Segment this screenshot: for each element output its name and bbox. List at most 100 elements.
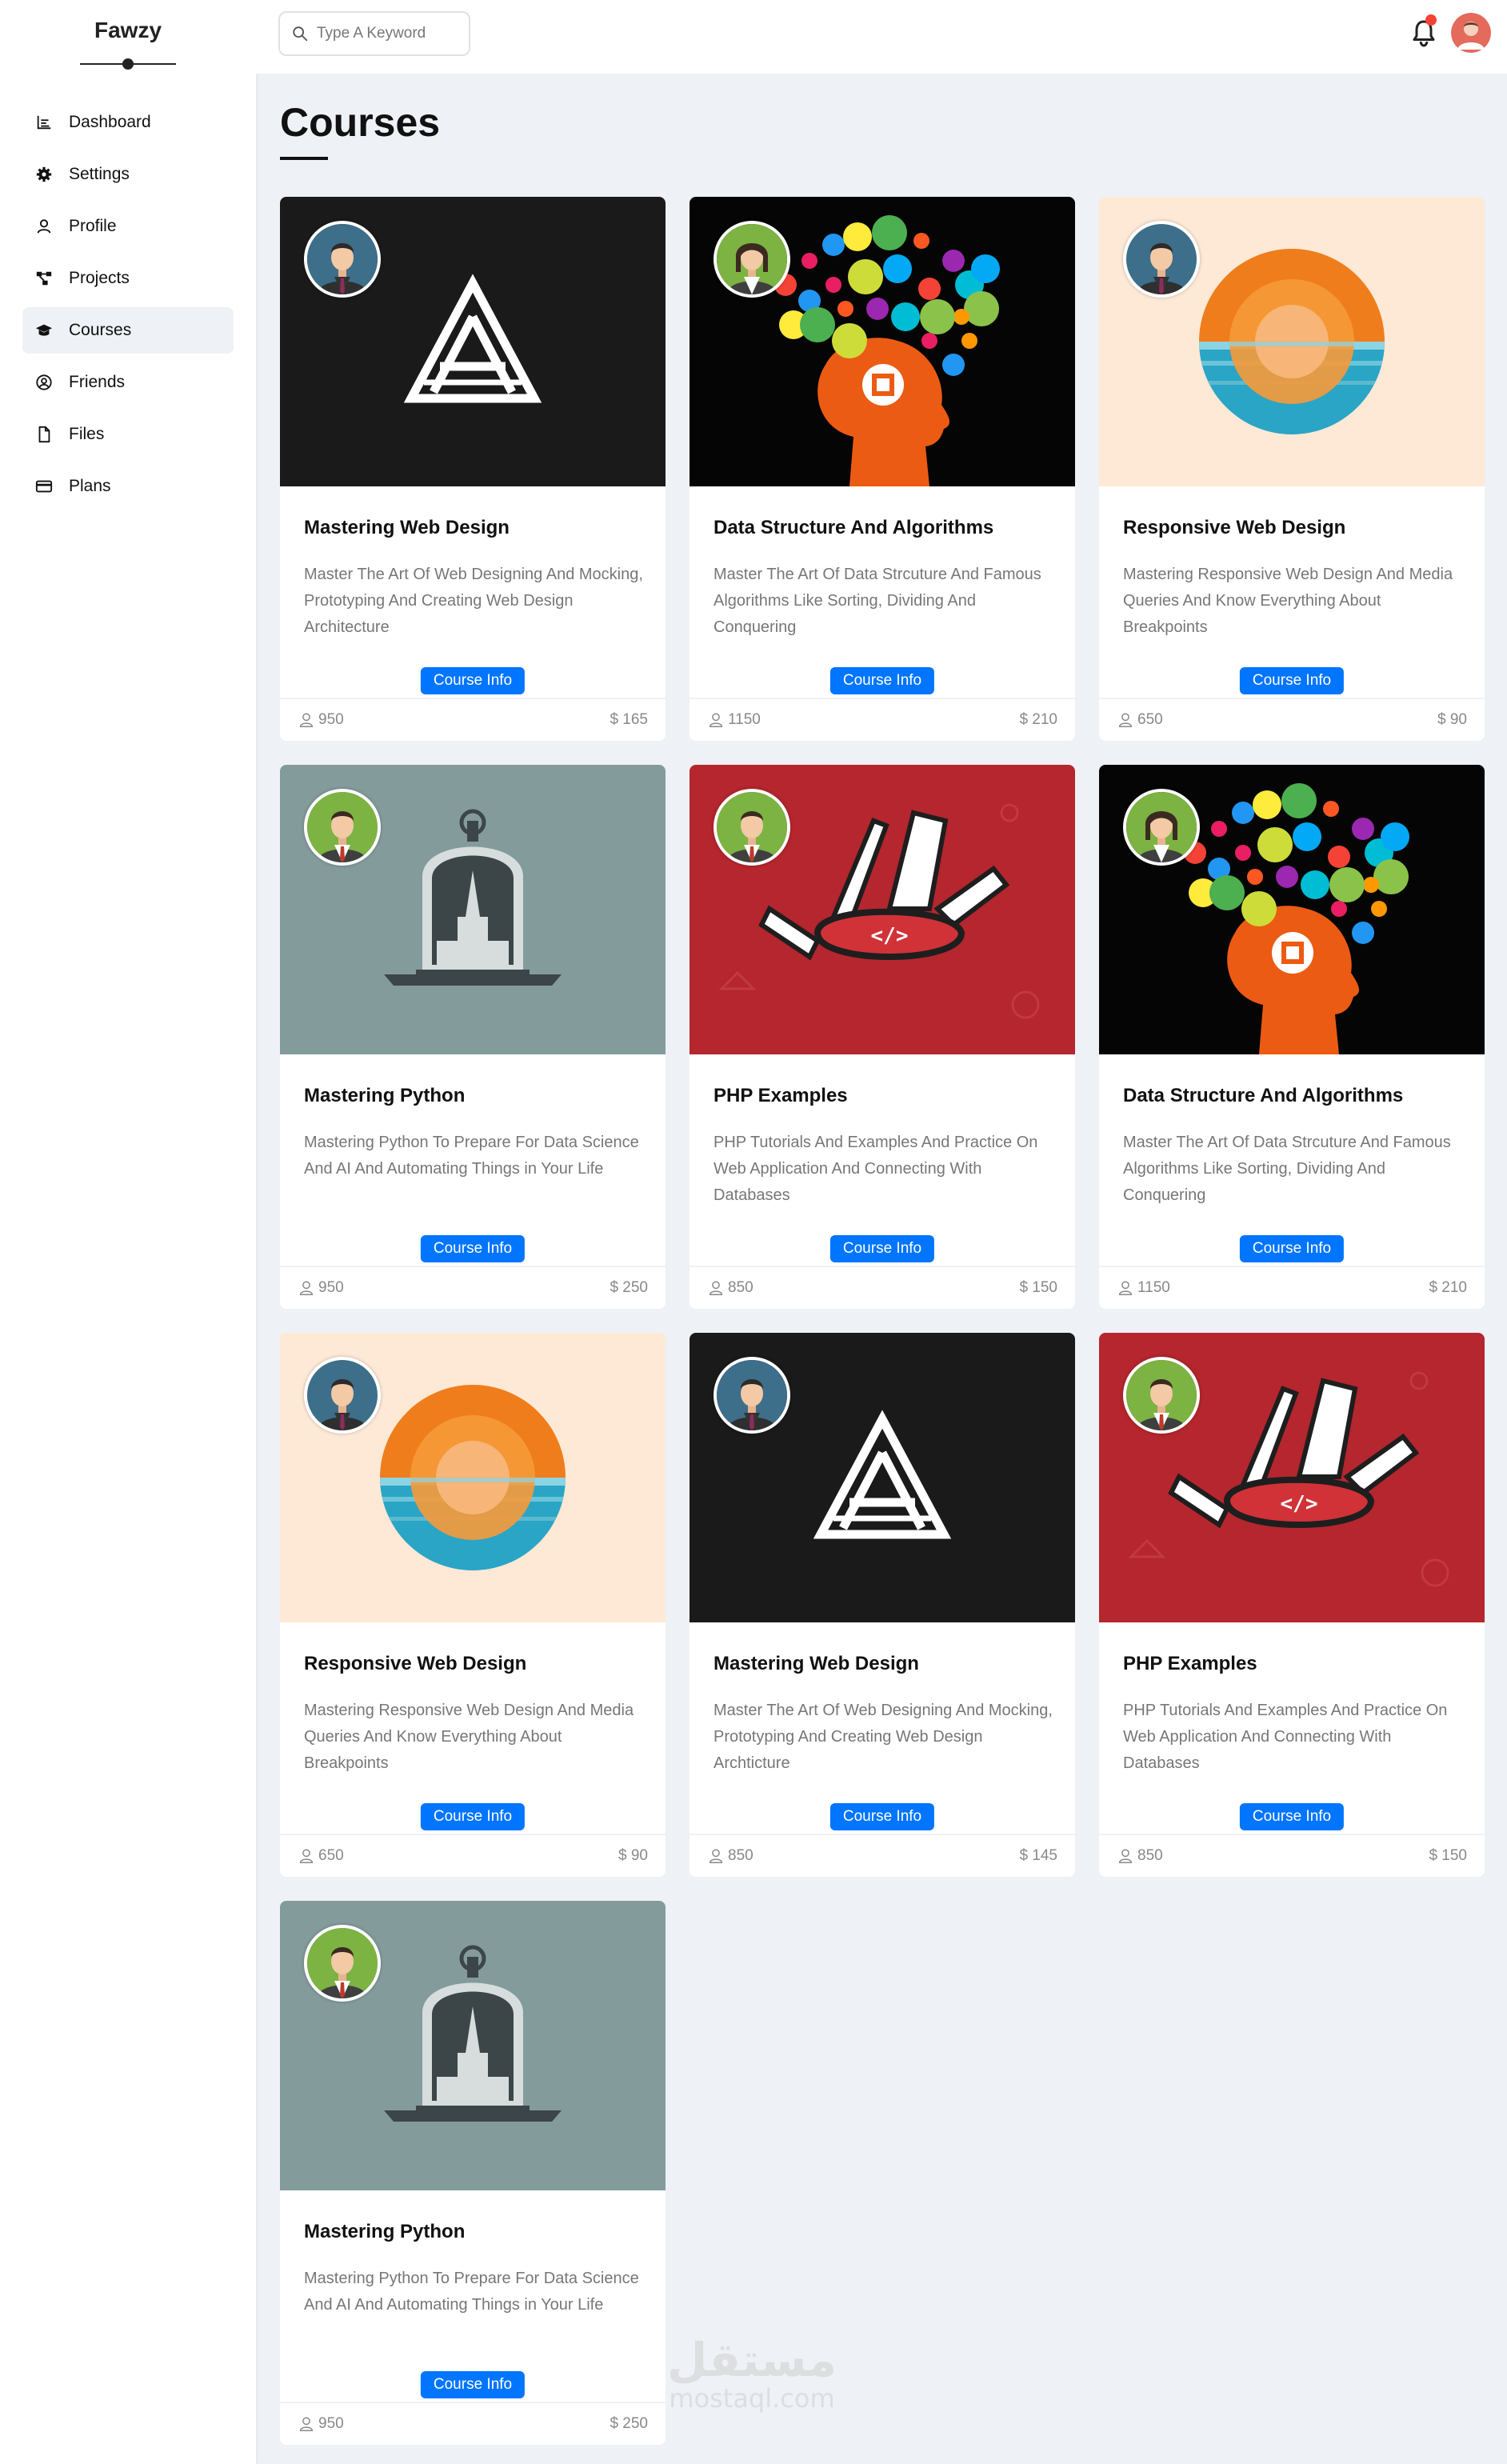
course-thumbnail: </> (1099, 1333, 1485, 1622)
course-info-button[interactable]: Course Info (1239, 1803, 1345, 1830)
card-divider (690, 1266, 1075, 1267)
user-icon (709, 1849, 723, 1863)
course-card: Mastering Python Mastering Python To Prep… (280, 765, 666, 1309)
sidebar-item-profile[interactable]: Profile (22, 203, 234, 250)
course-price: $ 90 (1437, 711, 1467, 728)
sidebar-item-label: Plans (69, 477, 111, 495)
course-thumbnail (280, 765, 666, 1054)
user-icon (1118, 713, 1133, 727)
course-info-button[interactable]: Course Info (1239, 667, 1345, 694)
course-thumbnail (1099, 197, 1485, 486)
course-info-button[interactable]: Course Info (829, 1235, 935, 1262)
instructor-avatar (714, 221, 790, 298)
user-circle-icon (35, 374, 53, 391)
sidebar-item-label: Courses (69, 321, 132, 339)
course-info-button[interactable]: Course Info (1239, 1235, 1345, 1262)
course-title: Responsive Web Design (1123, 517, 1346, 538)
students-count: 650 (298, 1847, 344, 1865)
course-title: Mastering Python (304, 1085, 466, 1106)
instructor-avatar (304, 1357, 381, 1434)
card-divider (280, 2402, 666, 2403)
instructor-avatar (304, 789, 381, 866)
instructor-avatar (1123, 789, 1200, 866)
instructor-avatar (304, 1925, 381, 2002)
course-thumbnail (280, 1333, 666, 1622)
search-box[interactable] (278, 11, 470, 56)
course-thumbnail (280, 1901, 666, 2190)
course-price: $ 150 (1019, 1279, 1057, 1296)
course-description: Master The Art Of Web Designing And Mock… (714, 1702, 1053, 1772)
sidebar-nav: Dashboard Settings Profile Projects Courses F… (0, 99, 256, 510)
course-info-button[interactable]: Course Info (420, 667, 526, 694)
course-info-button[interactable]: Course Info (420, 1235, 526, 1262)
students-count: 850 (1117, 1847, 1163, 1865)
course-thumbnail (690, 1333, 1075, 1622)
course-info-button[interactable]: Course Info (420, 2371, 526, 2398)
card-divider (1099, 1834, 1485, 1835)
sidebar-item-plans[interactable]: Plans (22, 463, 234, 510)
course-thumbnail: </> (690, 765, 1075, 1054)
sidebar-item-dashboard[interactable]: Dashboard (22, 99, 234, 146)
course-info-button[interactable]: Course Info (829, 1803, 935, 1830)
user-icon (35, 218, 53, 235)
chart-icon (35, 114, 53, 131)
students-count: 650 (1117, 711, 1163, 729)
file-icon (35, 426, 53, 443)
course-card: Mastering Web Design Master The Art Of We… (690, 1333, 1075, 1877)
user-icon (1118, 1849, 1133, 1863)
courses-grid: Mastering Web Design Master The Art Of We… (280, 197, 1485, 2445)
course-card: Mastering Python Mastering Python To Prep… (280, 1901, 666, 2445)
user-avatar[interactable] (1451, 13, 1491, 53)
instructor-avatar (714, 1357, 790, 1434)
course-thumbnail (690, 197, 1075, 486)
course-description: Master The Art Of Data Strcuture And Fam… (714, 566, 1041, 636)
card-divider (280, 1834, 666, 1835)
sidebar-item-projects[interactable]: Projects (22, 255, 234, 302)
user-icon (299, 1849, 314, 1863)
course-title: Responsive Web Design (304, 1653, 527, 1674)
course-title: PHP Examples (1123, 1653, 1257, 1674)
search-input[interactable] (317, 25, 453, 42)
user-icon (299, 1281, 314, 1295)
sidebar-item-settings[interactable]: Settings (22, 151, 234, 198)
topbar (256, 0, 1507, 74)
search-icon (293, 26, 308, 42)
students-count: 950 (298, 711, 344, 729)
sidebar-item-label: Settings (69, 165, 130, 183)
instructor-avatar (1123, 221, 1200, 298)
sidebar-item-friends[interactable]: Friends (22, 359, 234, 406)
course-title: Data Structure And Algorithms (714, 517, 994, 538)
instructor-avatar (304, 221, 381, 298)
svg-text:</>: </> (871, 924, 909, 948)
course-price: $ 210 (1429, 1279, 1467, 1296)
brand-decoration (80, 56, 176, 72)
course-info-button[interactable]: Course Info (829, 667, 935, 694)
diagram-icon (35, 270, 53, 287)
title-underline (280, 157, 328, 160)
course-card: Data Structure And Algorithms Master The … (1099, 765, 1485, 1309)
card-divider (1099, 1266, 1485, 1267)
svg-text:</>: </> (1281, 1492, 1318, 1516)
course-info-button[interactable]: Course Info (420, 1803, 526, 1830)
user-icon (709, 1281, 723, 1295)
course-description: Mastering Python To Prepare For Data Sci… (304, 2270, 639, 2314)
students-count: 950 (298, 1279, 344, 1297)
sidebar: Fawzy Dashboard Settings Profile Projects Co… (0, 0, 256, 2464)
card-divider (690, 1834, 1075, 1835)
course-description: Master The Art Of Data Strcuture And Fam… (1123, 1134, 1451, 1204)
card-divider (280, 698, 666, 699)
card-divider (1099, 698, 1485, 699)
course-card: </> PHP Examples PHP Tutorials And Example… (1099, 1333, 1485, 1877)
sidebar-item-files[interactable]: Files (22, 411, 234, 458)
sidebar-item-label: Projects (69, 269, 130, 287)
course-title: PHP Examples (714, 1085, 848, 1106)
course-card: </> PHP Examples PHP Tutorials And Example… (690, 765, 1075, 1309)
credit-card-icon (35, 478, 53, 495)
course-price: $ 210 (1019, 711, 1057, 728)
course-card: Responsive Web Design Mastering Responsiv… (1099, 197, 1485, 741)
course-card: Responsive Web Design Mastering Responsiv… (280, 1333, 666, 1877)
course-description: PHP Tutorials And Examples And Practice … (1123, 1702, 1448, 1772)
sidebar-item-courses[interactable]: Courses (22, 307, 234, 354)
card-divider (690, 698, 1075, 699)
course-price: $ 250 (610, 1279, 648, 1296)
